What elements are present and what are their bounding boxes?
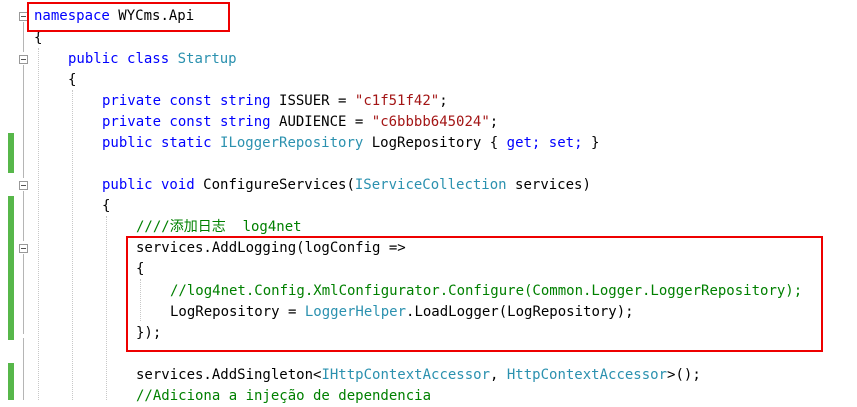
indent-guide	[38, 48, 39, 400]
code-line-repository: public static ILoggerRepository LogRepos…	[102, 133, 599, 154]
field-name: ISSUER	[279, 93, 330, 109]
fold-toggle-method[interactable]	[19, 181, 28, 190]
code-line-singleton: services.AddSingleton<IHttpContextAccess…	[136, 365, 701, 386]
brace: {	[489, 135, 499, 151]
modifiers: public static	[102, 135, 212, 151]
fold-line	[23, 338, 24, 400]
fold-toggle-lambda[interactable]	[19, 244, 28, 253]
modifiers: private const string	[102, 93, 271, 109]
param-type: IServiceCollection	[354, 177, 507, 193]
type-name: ILoggerRepository	[220, 135, 364, 151]
code-line-audience: private const string AUDIENCE = "c6bbbb6…	[102, 112, 498, 133]
highlight-box-namespace	[27, 2, 230, 32]
change-bar	[8, 363, 14, 400]
code-line-comment: //Adiciona a injeção de dependencia	[136, 386, 431, 407]
brace: {	[102, 198, 111, 214]
comma: ,	[490, 367, 507, 383]
string-literal: "c6bbbb645024"	[371, 114, 490, 130]
semicolon: ;	[489, 114, 499, 130]
comment: ////添加日志 log4net	[136, 219, 302, 235]
code-line-method: public void ConfigureServices(IServiceCo…	[102, 175, 591, 196]
keyword-public: public	[68, 51, 119, 67]
keyword-set: set;	[548, 135, 583, 151]
fold-line	[23, 191, 24, 241]
operator: =	[354, 114, 364, 130]
fold-line	[23, 22, 24, 52]
indent-guide	[106, 216, 107, 400]
keyword-get: get;	[506, 135, 541, 151]
code-editor[interactable]: namespace WYCms.Api { public class Start…	[0, 0, 857, 404]
property-name: LogRepository	[371, 135, 482, 151]
operator: =	[338, 93, 347, 109]
modifiers: public void	[102, 177, 195, 193]
method-name: ConfigureServices(	[203, 177, 355, 193]
code-line-issuer: private const string ISSUER = "c1f51f42"…	[102, 91, 448, 112]
keyword-class: class	[127, 51, 170, 67]
type-name: HttpContextAccessor	[506, 367, 668, 383]
indent-guide	[72, 90, 73, 400]
semicolon: ;	[439, 93, 448, 109]
class-name: Startup	[177, 51, 237, 67]
statement: services.AddSingleton<	[136, 367, 322, 383]
fold-line	[23, 65, 24, 178]
code-line-brace: {	[102, 196, 110, 217]
brace: }	[590, 135, 600, 151]
code-line-class: public class Startup	[68, 49, 237, 70]
modifiers: private const string	[102, 114, 271, 130]
string-literal: "c1f51f42"	[354, 93, 440, 109]
code-line-comment: ////添加日志 log4net	[136, 217, 302, 238]
highlight-box-logging	[126, 236, 823, 352]
brace: {	[34, 30, 43, 46]
change-bar	[8, 196, 14, 340]
param-name: services)	[515, 177, 591, 193]
comment: //Adiciona a injeção de dependencia	[136, 388, 432, 404]
fold-toggle-class[interactable]	[19, 55, 28, 64]
statement-end: >();	[667, 367, 701, 383]
brace: {	[68, 72, 77, 88]
field-name: AUDIENCE	[279, 114, 347, 130]
change-bar	[8, 133, 14, 173]
fold-line	[23, 254, 24, 334]
code-line-brace: {	[68, 70, 76, 91]
type-name: IHttpContextAccessor	[321, 367, 491, 383]
